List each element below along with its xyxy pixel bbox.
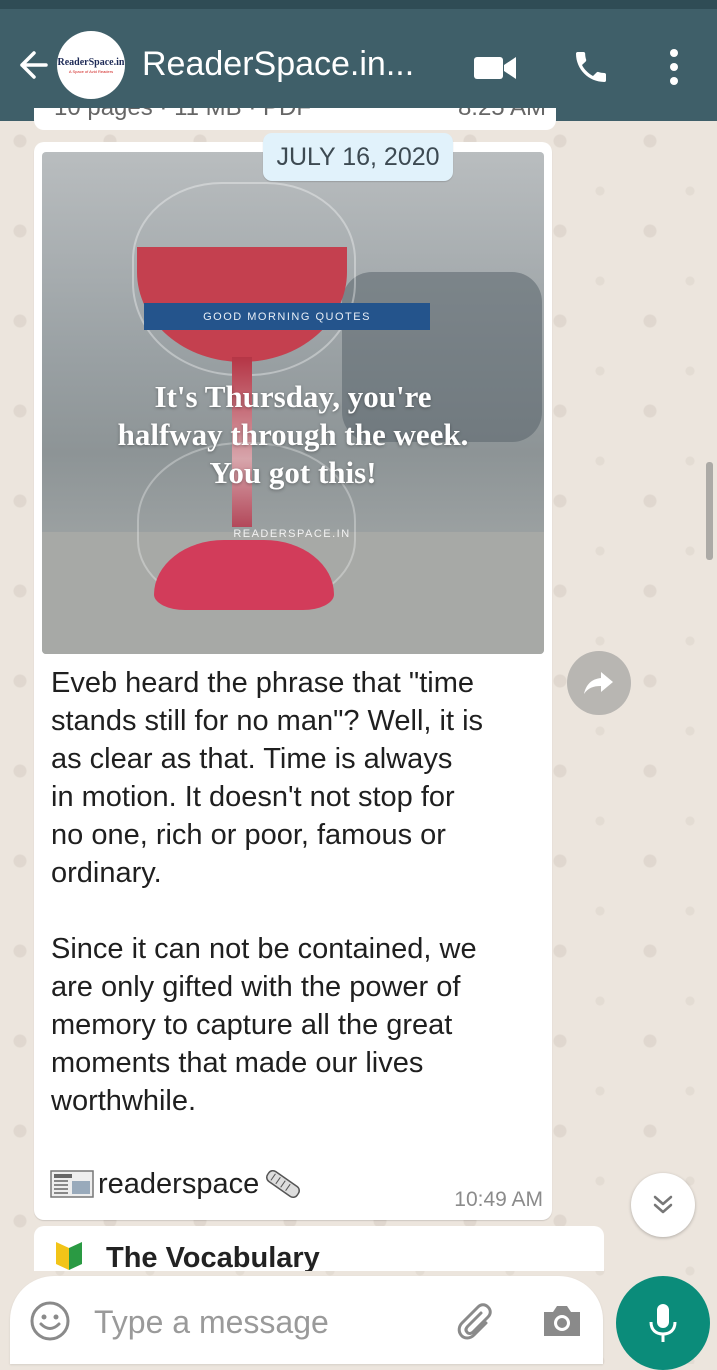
contact-name[interactable]: ReaderSpace.in... (142, 45, 414, 84)
image-quote: It's Thursday, you're halfway through th… (62, 378, 524, 492)
image-quote-line-2: halfway through the week. (117, 417, 469, 452)
double-chevron-down-icon (653, 1195, 673, 1214)
rolled-newspaper-icon (266, 1169, 301, 1199)
avatar[interactable]: ReaderSpace.in A Space of Avid Readers (57, 31, 125, 99)
hourglass-sand-bottom (154, 540, 334, 610)
forward-icon (584, 672, 613, 694)
message-input[interactable] (92, 1296, 436, 1348)
beginner-badge-icon (56, 1242, 82, 1270)
paperclip-icon[interactable] (452, 1299, 496, 1343)
message-body: Eveb heard the phrase that "time stands … (51, 667, 484, 1117)
message-image[interactable]: GOOD MORNING QUOTES It's Thursday, you'r… (42, 152, 544, 654)
more-vert-icon[interactable] (664, 47, 684, 87)
image-site-label: READERSPACE.IN (233, 528, 351, 540)
previous-message-time: 8:25 AM (458, 108, 546, 122)
emoji-icon[interactable] (28, 1299, 72, 1343)
image-quote-line-3: You got this! (209, 455, 377, 490)
next-message-bubble[interactable]: The Vocabulary (34, 1226, 604, 1271)
scrollbar-thumb[interactable] (706, 462, 713, 560)
message-time: 10:49 AM (454, 1188, 543, 1211)
back-arrow-icon[interactable] (14, 47, 50, 83)
app-bar: ReaderSpace.in A Space of Avid Readers R… (0, 9, 717, 121)
scroll-to-bottom-button[interactable] (631, 1173, 695, 1237)
image-quote-line-1: It's Thursday, you're (154, 379, 432, 414)
status-bar (0, 0, 717, 9)
image-banner: GOOD MORNING QUOTES (144, 303, 430, 330)
message-bubble[interactable]: GOOD MORNING QUOTES It's Thursday, you'r… (34, 142, 552, 1220)
date-chip: JULY 16, 2020 (263, 133, 453, 181)
message-composer (10, 1276, 603, 1364)
newspaper-icon (50, 1170, 94, 1198)
forward-button[interactable] (567, 651, 631, 715)
avatar-brand: ReaderSpace.in (57, 56, 125, 68)
previous-message-bubble[interactable]: 10 pages · 11 MB · PDF 8:25 AM (34, 108, 556, 130)
voice-message-button[interactable] (616, 1276, 710, 1370)
message-signature: readerspace (50, 1164, 305, 1204)
signature-text: readerspace (98, 1167, 260, 1200)
phone-call-icon[interactable] (571, 47, 611, 87)
previous-message-meta: 10 pages · 11 MB · PDF (54, 108, 311, 122)
video-call-icon[interactable] (473, 54, 517, 82)
camera-icon[interactable] (541, 1300, 583, 1342)
microphone-icon (649, 1304, 677, 1342)
next-message-title: The Vocabulary (106, 1242, 320, 1271)
avatar-tagline: A Space of Avid Readers (68, 68, 114, 74)
